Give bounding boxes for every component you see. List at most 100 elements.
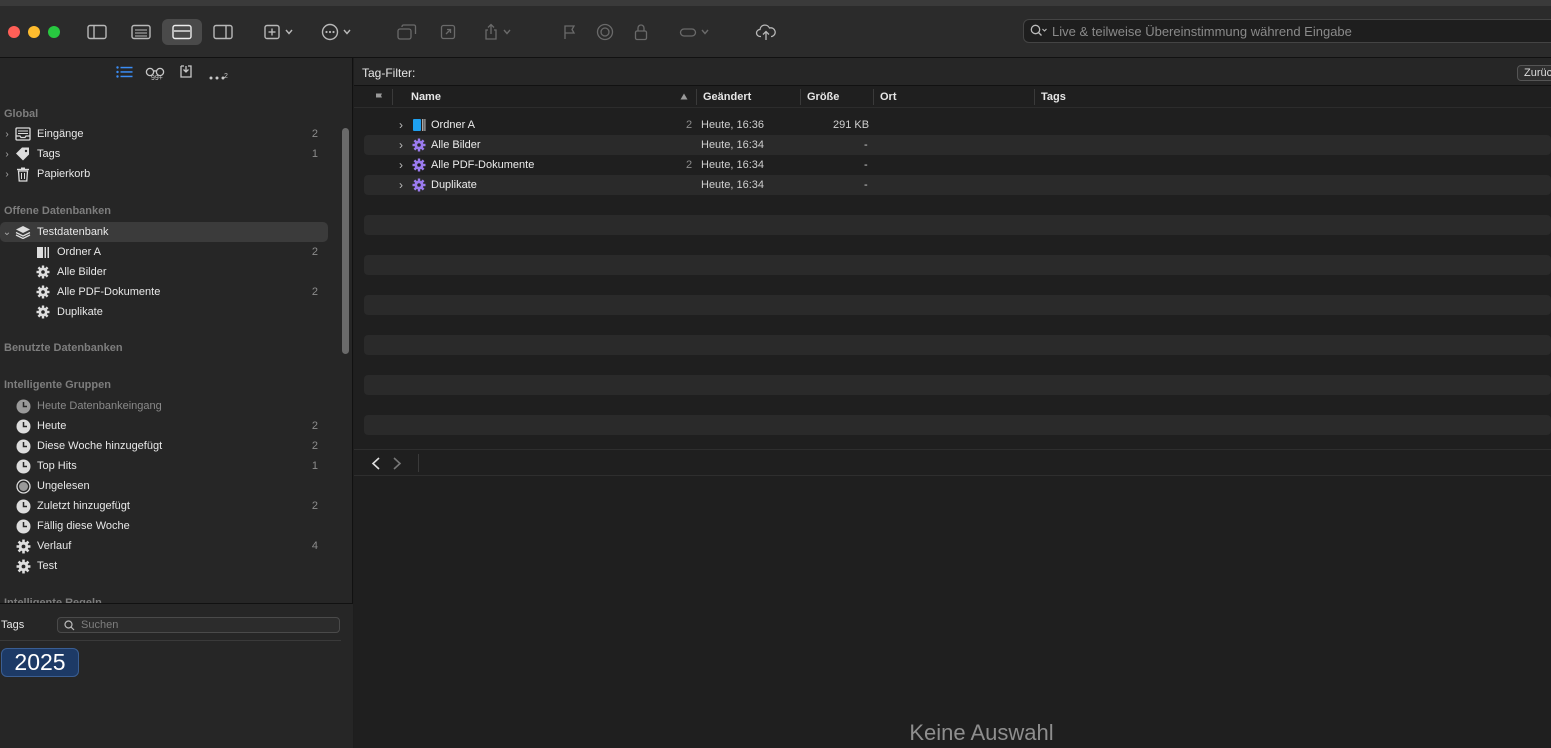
table-row[interactable]: › Alle Bilder Heute, 16:34 - — [364, 135, 1551, 155]
item-count: 2 — [311, 440, 318, 452]
split-view-button[interactable] — [162, 19, 202, 45]
sidebar-item-zuletzt-hinzugefuegt[interactable]: Zuletzt hinzugefügt 2 — [0, 496, 328, 516]
flag-button[interactable] — [558, 19, 582, 45]
table-row[interactable]: › Duplikate Heute, 16:34 - — [364, 175, 1551, 195]
sidebar-item-ungelesen[interactable]: Ungelesen — [0, 476, 328, 496]
sidebar-item-verlauf[interactable]: Verlauf 4 — [0, 536, 328, 556]
item-count: 2 — [311, 128, 318, 140]
table-row[interactable]: › Alle PDF-Dokumente 2 Heute, 16:34 - — [364, 155, 1551, 175]
column-tags[interactable]: Tags — [1041, 91, 1066, 103]
column-separator[interactable] — [392, 89, 393, 105]
disclosure-icon[interactable]: › — [0, 129, 14, 140]
close-window-button[interactable] — [8, 26, 20, 38]
sidebar-item-label: Eingänge — [37, 128, 84, 140]
disclosure-icon[interactable]: › — [0, 149, 14, 160]
chevron-down-icon — [343, 29, 351, 35]
zoom-window-button[interactable] — [48, 26, 60, 38]
row-disclosure-icon[interactable]: › — [399, 178, 403, 192]
row-size: - — [864, 179, 868, 191]
row-disclosure-icon[interactable]: › — [399, 138, 403, 152]
sidebar-item-papierkorb[interactable]: › Papierkorb — [0, 164, 328, 184]
inspector-toggle-button[interactable] — [210, 19, 236, 45]
column-name[interactable]: Name — [411, 91, 441, 103]
empty-row — [364, 295, 1551, 315]
sidebar-item-top-hits[interactable]: Top Hits 1 — [0, 456, 328, 476]
row-count: 2 — [686, 119, 693, 131]
item-count: 2 — [311, 500, 318, 512]
section-open-databases: Offene Datenbanken — [4, 205, 111, 217]
disclosure-open-icon[interactable]: ⌄ — [0, 227, 14, 238]
inbox-icon — [14, 126, 32, 142]
minimize-window-button[interactable] — [28, 26, 40, 38]
sidebar-item-label: Papierkorb — [37, 168, 91, 180]
more-actions-button[interactable] — [316, 19, 356, 45]
sidebar-item-alle-bilder[interactable]: Alle Bilder — [0, 262, 328, 282]
smart-group-gear-icon — [34, 304, 52, 320]
sidebar-item-duplikate[interactable]: Duplikate — [0, 302, 328, 322]
cloud-upload-icon — [755, 24, 776, 40]
column-separator[interactable] — [873, 89, 874, 105]
disclosure-icon[interactable]: › — [0, 169, 14, 180]
sidebar-item-label: Diese Woche hinzugefügt — [37, 440, 163, 452]
sidebar-item-testdatenbank[interactable]: ⌄ Testdatenbank — [0, 222, 328, 242]
section-global: Global — [4, 108, 39, 120]
smart-group-gear-icon — [34, 264, 52, 280]
sidebar-item-label: Testdatenbank — [37, 226, 109, 238]
more-badge: 2 — [224, 73, 228, 80]
column-separator[interactable] — [1034, 89, 1035, 105]
sidebar-item-test[interactable]: Test — [0, 556, 328, 576]
row-disclosure-icon[interactable]: › — [399, 118, 403, 132]
lock-button[interactable] — [629, 19, 653, 45]
navigate-tab[interactable] — [116, 66, 133, 81]
clock-icon — [14, 418, 32, 434]
tag-search-input[interactable]: Suchen — [57, 617, 340, 633]
table-row[interactable]: › Ordner A 2 Heute, 16:36 291 KB — [364, 115, 1551, 135]
tag-chip[interactable]: 2025 — [1, 648, 79, 677]
row-disclosure-icon[interactable]: › — [399, 158, 403, 172]
empty-row — [364, 375, 1551, 395]
new-item-button[interactable] — [258, 19, 298, 45]
reading-list-badge: 99+ — [151, 75, 163, 82]
forward-arrow-icon[interactable] — [392, 457, 402, 470]
list-view-button[interactable] — [128, 19, 154, 45]
column-place[interactable]: Ort — [880, 91, 897, 103]
item-count: 1 — [311, 148, 318, 160]
sidebar-item-alle-pdf[interactable]: Alle PDF-Dokumente 2 — [0, 282, 328, 302]
trash-icon — [14, 166, 32, 182]
column-separator[interactable] — [800, 89, 801, 105]
open-external-button[interactable] — [436, 19, 460, 45]
smart-group-gear-icon — [14, 538, 32, 554]
sync-button[interactable] — [752, 19, 780, 45]
unread-circle-icon — [14, 478, 32, 494]
sidebar-item-ordner-a[interactable]: Ordner A 2 — [0, 242, 328, 262]
share-button[interactable] — [478, 19, 516, 45]
search-field[interactable]: Live & teilweise Übereinstimmung während… — [1023, 19, 1551, 43]
smart-group-gear-icon — [34, 284, 52, 300]
chevron-down-icon — [701, 29, 709, 35]
more-dots-icon — [209, 76, 225, 80]
back-arrow-icon[interactable] — [371, 457, 381, 470]
sidebar-item-diese-woche[interactable]: Diese Woche hinzugefügt 2 — [0, 436, 328, 456]
mark-read-button[interactable] — [593, 19, 617, 45]
duplicate-window-button[interactable] — [394, 19, 420, 45]
sidebar-toggle-button[interactable] — [84, 19, 110, 45]
sidebar-item-tags[interactable]: › Tags 1 — [0, 144, 328, 164]
sidebar-item-heute-datenbankeingang[interactable]: Heute Datenbankeingang — [0, 396, 328, 416]
column-size[interactable]: Größe — [807, 91, 839, 103]
column-header: Name Geändert Größe Ort Tags — [354, 86, 1551, 108]
sidebar-scrollbar[interactable] — [342, 128, 349, 354]
column-separator[interactable] — [696, 89, 697, 105]
flag-column-icon[interactable] — [375, 93, 383, 101]
column-changed[interactable]: Geändert — [703, 91, 751, 103]
sidebar-item-faellig[interactable]: Fällig diese Woche — [0, 516, 328, 536]
import-tab[interactable] — [180, 65, 192, 81]
sidebar-item-heute[interactable]: Heute 2 — [0, 416, 328, 436]
clock-icon — [14, 518, 32, 534]
sidebar-item-eingaenge[interactable]: › Eingänge 2 — [0, 124, 328, 144]
reset-filter-button[interactable]: Zurück — [1517, 65, 1551, 81]
more-tab[interactable] — [209, 69, 225, 83]
row-changed: Heute, 16:34 — [701, 159, 764, 171]
share-icon — [485, 23, 497, 40]
label-button[interactable] — [674, 19, 714, 45]
clock-icon — [14, 438, 32, 454]
